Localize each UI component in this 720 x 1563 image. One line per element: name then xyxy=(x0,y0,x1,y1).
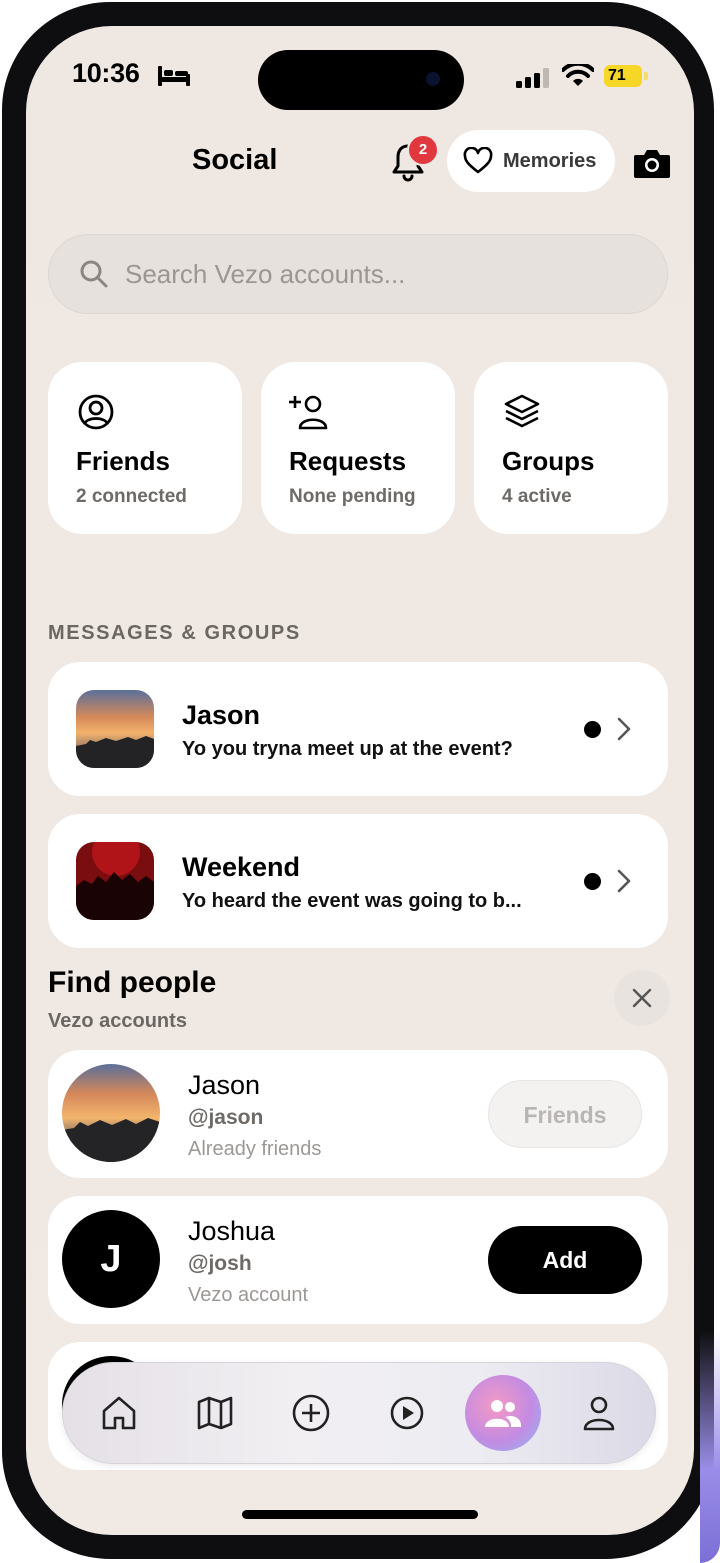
person-status: Already friends xyxy=(188,1138,322,1160)
person-name: Joshua xyxy=(188,1216,276,1246)
conversation-weekend[interactable]: Weekend Yo heard the event was going to … xyxy=(48,814,668,948)
phone-frame-highlight xyxy=(700,1330,720,1563)
person-name: Jason xyxy=(188,1070,261,1100)
memories-button[interactable]: Memories xyxy=(447,130,615,192)
avatar: J xyxy=(62,1210,160,1308)
groups-card[interactable]: Groups 4 active xyxy=(474,362,668,534)
messages-section-label: MESSAGES & GROUPS xyxy=(48,622,301,644)
conversation-preview: Yo you tryna meet up at the event? xyxy=(182,738,513,760)
conversation-preview: Yo heard the event was going to b... xyxy=(182,890,522,912)
sleep-focus-icon xyxy=(158,66,190,86)
close-button[interactable] xyxy=(614,970,670,1026)
search-icon xyxy=(80,260,108,288)
person-status: Vezo account xyxy=(188,1284,309,1306)
friends-card-sub: 2 connected xyxy=(76,486,187,507)
profile-icon[interactable] xyxy=(579,1393,619,1433)
people-icon xyxy=(485,1400,522,1427)
camera-lens xyxy=(426,72,440,86)
conversation-thumbnail xyxy=(76,842,154,920)
friends-card-label: Friends xyxy=(76,446,170,476)
dynamic-island xyxy=(258,50,464,110)
search-input[interactable] xyxy=(123,257,627,291)
heart-icon xyxy=(463,147,493,174)
status-time: 10:36 xyxy=(72,58,140,88)
layers-icon xyxy=(504,394,540,428)
screen: 10:36 71 Social 2 Memories Search Vezo a… xyxy=(26,26,694,1535)
battery-percent: 71 xyxy=(608,67,626,84)
search-bar[interactable] xyxy=(48,234,668,314)
person-row-jason[interactable]: Jason @jason Already friends Friends xyxy=(48,1050,668,1178)
person-circle-icon xyxy=(78,394,114,430)
conversation-name: Weekend xyxy=(182,852,301,882)
chevron-right-icon xyxy=(617,717,631,741)
person-handle: @josh xyxy=(188,1252,252,1275)
requests-card[interactable]: Requests None pending xyxy=(261,362,455,534)
groups-card-label: Groups xyxy=(502,446,595,476)
find-people-title: Find people xyxy=(48,966,217,999)
bottom-tab-bar xyxy=(62,1362,656,1464)
avatar-initial: J xyxy=(62,1210,160,1308)
plus-circle-icon[interactable] xyxy=(291,1393,331,1433)
people-tab-active[interactable] xyxy=(465,1375,541,1451)
wifi-icon xyxy=(562,64,594,86)
person-row-joshua[interactable]: J Joshua @josh Vezo account Add xyxy=(48,1196,668,1324)
add-friend-button[interactable]: Add xyxy=(488,1226,642,1294)
friends-card[interactable]: Friends 2 connected xyxy=(48,362,242,534)
home-icon[interactable] xyxy=(99,1393,139,1433)
conversation-jason[interactable]: Jason Yo you tryna meet up at the event? xyxy=(48,662,668,796)
requests-card-label: Requests xyxy=(289,446,407,476)
chevron-right-icon xyxy=(617,869,631,893)
memories-label: Memories xyxy=(503,149,597,172)
unread-dot xyxy=(584,721,601,738)
notification-badge: 2 xyxy=(407,134,439,166)
map-icon[interactable] xyxy=(195,1393,235,1433)
home-indicator xyxy=(242,1510,478,1519)
close-icon xyxy=(632,988,652,1008)
play-circle-icon[interactable] xyxy=(387,1393,427,1433)
page-title: Social xyxy=(192,144,278,176)
requests-card-sub: None pending xyxy=(289,486,416,507)
signal-icon xyxy=(516,68,549,88)
groups-card-sub: 4 active xyxy=(502,486,572,507)
battery-indicator: 71 xyxy=(604,65,650,87)
find-people-subtitle: Vezo accounts xyxy=(48,1010,187,1032)
add-person-icon xyxy=(289,395,328,430)
conversation-thumbnail xyxy=(76,690,154,768)
conversation-name: Jason xyxy=(182,700,261,730)
person-handle: @jason xyxy=(188,1106,264,1129)
camera-icon[interactable] xyxy=(632,146,672,180)
unread-dot xyxy=(584,873,601,890)
avatar xyxy=(62,1064,160,1162)
friends-button[interactable]: Friends xyxy=(488,1080,642,1148)
